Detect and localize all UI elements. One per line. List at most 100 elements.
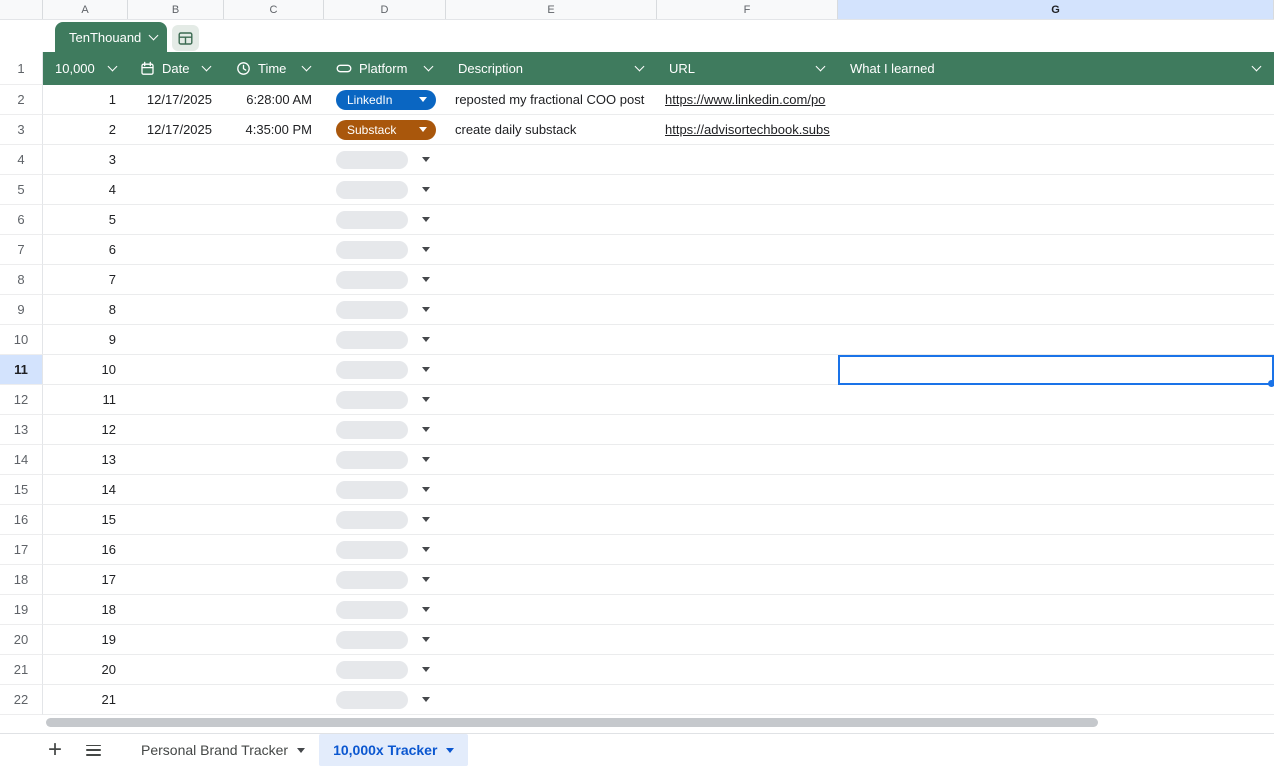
cell-url[interactable]	[657, 685, 838, 714]
cell-time[interactable]	[224, 295, 324, 324]
cell-platform[interactable]	[324, 385, 446, 414]
cell-count[interactable]: 6	[43, 235, 128, 264]
select-all-corner[interactable]	[0, 0, 43, 19]
horizontal-scrollbar[interactable]	[46, 718, 1098, 727]
platform-chip-empty[interactable]	[336, 450, 408, 469]
header-cell-learned[interactable]: What I learned	[838, 52, 1274, 85]
cell-date[interactable]	[128, 655, 224, 684]
cell-learned[interactable]	[838, 535, 1274, 564]
cell-description[interactable]	[446, 265, 657, 294]
cell-platform[interactable]	[324, 175, 446, 204]
url-link[interactable]: https://advisortechbook.subs	[665, 122, 830, 137]
cell-url[interactable]	[657, 415, 838, 444]
cell-count[interactable]: 3	[43, 145, 128, 174]
cell-platform[interactable]	[324, 205, 446, 234]
cell-date[interactable]	[128, 235, 224, 264]
cell-count[interactable]: 19	[43, 625, 128, 654]
cell-learned[interactable]	[838, 355, 1274, 384]
cell-time[interactable]: 6:28:00 AM	[224, 85, 324, 114]
cell-url[interactable]: https://www.linkedin.com/po	[657, 85, 838, 114]
platform-chip-empty[interactable]	[336, 300, 408, 319]
chevron-down-icon[interactable]	[422, 457, 430, 462]
chevron-down-icon[interactable]	[422, 427, 430, 432]
cell-learned[interactable]	[838, 295, 1274, 324]
chevron-down-icon[interactable]	[422, 157, 430, 162]
cell-count[interactable]: 2	[43, 115, 128, 144]
platform-chip-empty[interactable]	[336, 360, 408, 379]
cell-url[interactable]	[657, 265, 838, 294]
cell-date[interactable]	[128, 565, 224, 594]
cell-learned[interactable]	[838, 175, 1274, 204]
cell-count[interactable]: 15	[43, 505, 128, 534]
cell-platform[interactable]	[324, 565, 446, 594]
platform-chip-empty[interactable]	[336, 510, 408, 529]
cell-count[interactable]: 20	[43, 655, 128, 684]
cell-time[interactable]	[224, 565, 324, 594]
header-cell-description[interactable]: Description	[446, 52, 657, 85]
cell-platform[interactable]	[324, 595, 446, 624]
platform-chip-empty[interactable]	[336, 630, 408, 649]
cell-count[interactable]: 14	[43, 475, 128, 504]
cell-description[interactable]	[446, 415, 657, 444]
column-header-c[interactable]: C	[224, 0, 324, 19]
cell-description[interactable]	[446, 535, 657, 564]
row-header-1[interactable]: 1	[0, 52, 43, 85]
cell-platform[interactable]	[324, 625, 446, 654]
chevron-down-icon[interactable]	[297, 747, 306, 753]
cell-learned[interactable]	[838, 625, 1274, 654]
cell-time[interactable]	[224, 415, 324, 444]
chevron-down-icon[interactable]	[634, 61, 645, 72]
cell-description[interactable]	[446, 385, 657, 414]
cell-platform[interactable]	[324, 295, 446, 324]
row-header-22[interactable]: 22	[0, 685, 43, 715]
cell-date[interactable]	[128, 535, 224, 564]
cell-count[interactable]: 16	[43, 535, 128, 564]
chevron-down-icon[interactable]	[422, 337, 430, 342]
cell-time[interactable]	[224, 145, 324, 174]
cell-time[interactable]	[224, 235, 324, 264]
table-view-toggle-button[interactable]	[172, 25, 199, 51]
chevron-down-icon[interactable]	[422, 217, 430, 222]
cell-learned[interactable]	[838, 685, 1274, 714]
cell-description[interactable]	[446, 145, 657, 174]
platform-chip-empty[interactable]	[336, 570, 408, 589]
platform-chip-empty[interactable]	[336, 240, 408, 259]
cell-date[interactable]	[128, 355, 224, 384]
cell-time[interactable]	[224, 445, 324, 474]
row-header-9[interactable]: 9	[0, 295, 43, 325]
cell-date[interactable]: 12/17/2025	[128, 85, 224, 114]
cell-time[interactable]	[224, 205, 324, 234]
cell-description[interactable]	[446, 355, 657, 384]
cell-learned[interactable]	[838, 385, 1274, 414]
chevron-down-icon[interactable]	[422, 667, 430, 672]
cell-time[interactable]	[224, 625, 324, 654]
platform-chip-empty[interactable]	[336, 480, 408, 499]
chevron-down-icon[interactable]	[422, 637, 430, 642]
platform-chip-empty[interactable]	[336, 150, 408, 169]
platform-chip-substack[interactable]: Substack	[336, 119, 436, 140]
cell-learned[interactable]	[838, 655, 1274, 684]
cell-count[interactable]: 9	[43, 325, 128, 354]
cell-learned[interactable]	[838, 415, 1274, 444]
cell-date[interactable]	[128, 175, 224, 204]
cell-platform[interactable]	[324, 415, 446, 444]
cell-learned[interactable]	[838, 85, 1274, 114]
header-cell-url[interactable]: URL	[657, 52, 838, 85]
cell-description[interactable]	[446, 235, 657, 264]
row-header-18[interactable]: 18	[0, 565, 43, 595]
row-header-14[interactable]: 14	[0, 445, 43, 475]
platform-chip-linkedin[interactable]: LinkedIn	[336, 89, 436, 110]
cell-description[interactable]: reposted my fractional COO post	[446, 85, 657, 114]
cell-description[interactable]	[446, 565, 657, 594]
chevron-down-icon[interactable]	[423, 61, 434, 72]
cell-url[interactable]	[657, 445, 838, 474]
table-name-tab[interactable]: TenThouand	[55, 22, 168, 52]
cell-url[interactable]: https://advisortechbook.subs	[657, 115, 838, 144]
cell-learned[interactable]	[838, 565, 1274, 594]
cell-platform[interactable]	[324, 265, 446, 294]
cell-count[interactable]: 18	[43, 595, 128, 624]
cell-time[interactable]	[224, 265, 324, 294]
platform-chip-empty[interactable]	[336, 180, 408, 199]
row-header-2[interactable]: 2	[0, 85, 43, 115]
cell-date[interactable]	[128, 685, 224, 714]
